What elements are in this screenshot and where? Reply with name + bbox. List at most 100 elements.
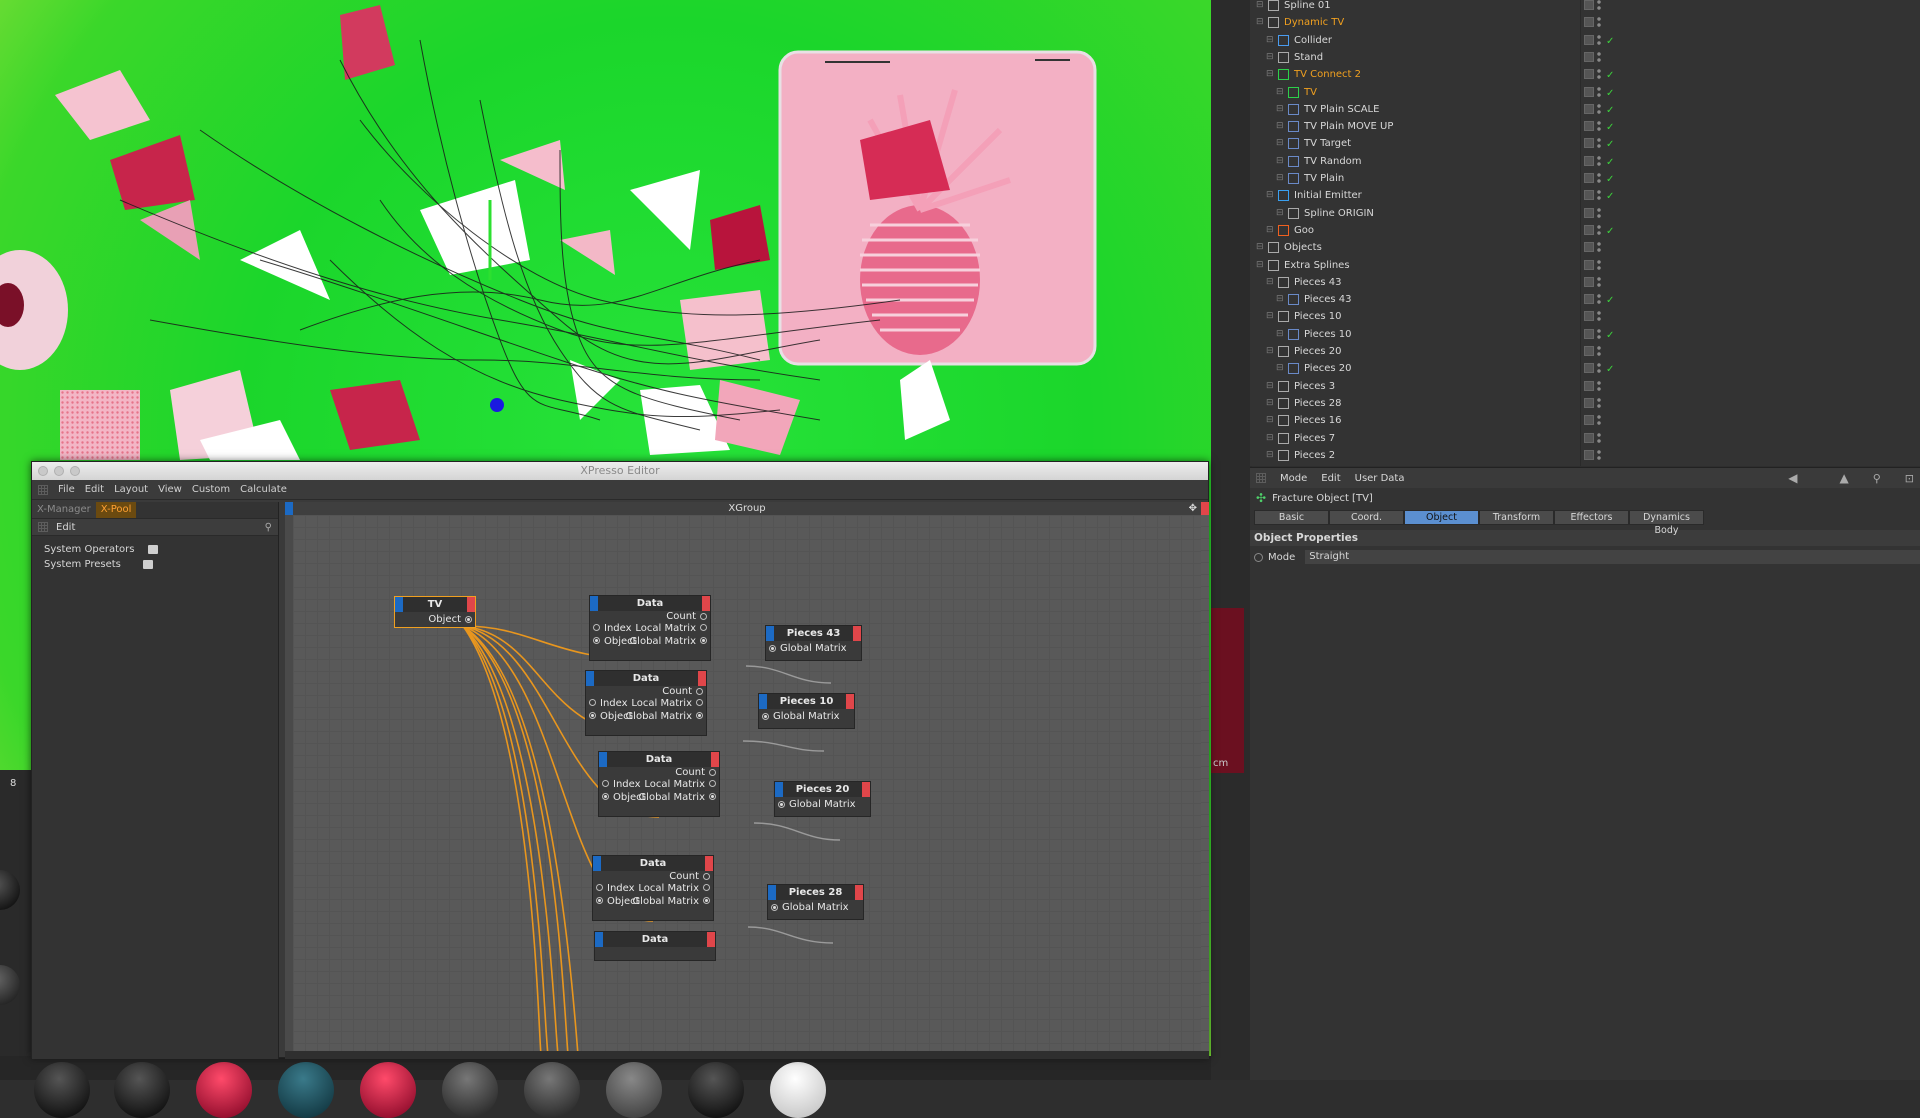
visibility-dots-icon[interactable] [1597, 362, 1601, 376]
object-name[interactable]: Spline ORIGIN [1304, 205, 1374, 222]
close-window-button[interactable] [38, 466, 48, 476]
visibility-dots-icon[interactable] [1597, 414, 1601, 428]
material-preview[interactable] [688, 1062, 744, 1118]
expand-icon[interactable]: ⊟ [1276, 205, 1284, 222]
global-matrix-input-port[interactable]: Global Matrix [775, 797, 870, 812]
enabled-check-icon[interactable]: ✓ [1606, 154, 1614, 171]
object-name[interactable]: Pieces 28 [1294, 395, 1342, 412]
expand-icon[interactable]: ⊟ [1276, 101, 1284, 118]
pool-item-system-operators[interactable]: System Operators [32, 542, 278, 557]
move-icon[interactable]: ✥ [1189, 502, 1197, 515]
object-row[interactable]: ⊟ Pieces 2 [1250, 447, 1920, 464]
object-name[interactable]: Extra Splines [1284, 257, 1350, 274]
visibility-dots-icon[interactable] [1597, 137, 1601, 151]
grip-icon[interactable] [1256, 473, 1266, 483]
port-socket[interactable] [709, 780, 716, 787]
object-row[interactable]: ⊟ Dynamic TV [1250, 14, 1920, 31]
visibility-dots-icon[interactable] [1597, 379, 1601, 393]
count-output-port[interactable]: Count [599, 767, 719, 778]
object-row[interactable]: ⊟ Pieces 10 [1250, 308, 1920, 325]
port-socket[interactable] [771, 904, 778, 911]
material-preview[interactable] [196, 1062, 252, 1118]
up-arrow-icon[interactable]: ▲ [1839, 471, 1848, 485]
port-socket[interactable] [696, 688, 703, 695]
object-name[interactable]: TV Plain [1304, 170, 1344, 187]
layer-icon[interactable] [1584, 242, 1594, 253]
input-port-strip[interactable] [285, 502, 293, 515]
expand-icon[interactable]: ⊟ [1256, 0, 1264, 14]
search-icon[interactable]: ⚲ [265, 522, 272, 533]
layer-icon[interactable] [1584, 346, 1594, 356]
object-name[interactable]: TV [1304, 84, 1317, 101]
port-socket[interactable] [589, 699, 596, 706]
port-socket[interactable] [709, 769, 716, 776]
material-preview[interactable] [114, 1062, 170, 1118]
visibility-dots-icon[interactable] [1597, 258, 1601, 272]
zoom-window-button[interactable] [70, 466, 80, 476]
visibility-dots-icon[interactable] [1597, 206, 1601, 220]
global-matrix-input-port[interactable]: Global Matrix [759, 709, 854, 724]
expand-icon[interactable]: ⊟ [1276, 153, 1284, 170]
port-socket[interactable] [596, 884, 603, 891]
layer-icon[interactable] [1584, 415, 1594, 426]
animate-toggle[interactable] [1254, 552, 1263, 562]
visibility-dots-icon[interactable] [1597, 50, 1601, 64]
visibility-dots-icon[interactable] [1597, 241, 1601, 255]
port-socket[interactable] [700, 637, 707, 644]
material-preview[interactable] [360, 1062, 416, 1118]
expand-icon[interactable]: ⊟ [1276, 135, 1284, 152]
port-socket[interactable] [593, 624, 600, 631]
data-node[interactable]: Data Count Index Local Matrix Object Globa… [592, 855, 714, 921]
data-node[interactable]: Data Count Index Local Matrix Object Globa… [589, 595, 711, 661]
grip-icon[interactable] [38, 522, 48, 532]
visibility-dots-icon[interactable] [1597, 223, 1601, 237]
tab-basic[interactable]: Basic [1254, 510, 1329, 525]
layer-icon[interactable] [1584, 294, 1594, 305]
object-name[interactable]: Collider [1294, 32, 1332, 49]
visibility-dots-icon[interactable] [1597, 16, 1601, 30]
object-name[interactable]: TV Plain SCALE [1304, 101, 1379, 118]
object-output-port[interactable]: Object [395, 612, 475, 627]
menu-layout[interactable]: Layout [114, 484, 148, 495]
tab-x-pool[interactable]: X-Pool [95, 502, 137, 518]
search-icon[interactable]: ⚲ [1873, 472, 1881, 485]
object-row[interactable]: ⊟ Goo ✓ [1250, 222, 1920, 239]
expand-icon[interactable]: ⊟ [1276, 326, 1284, 343]
material-preview[interactable] [524, 1062, 580, 1118]
object-input-port[interactable]: Object Global Matrix [586, 710, 706, 723]
expand-icon[interactable]: ⊟ [1266, 32, 1274, 49]
pieces-10-node[interactable]: Pieces 10 Global Matrix [758, 693, 855, 729]
global-matrix-input-port[interactable]: Global Matrix [768, 900, 863, 915]
mode-dropdown[interactable]: Straight [1305, 550, 1920, 564]
object-name[interactable]: Stand [1294, 49, 1323, 66]
data-node[interactable]: Data Count Index Local Matrix Object Globa… [598, 751, 720, 817]
enabled-check-icon[interactable]: ✓ [1606, 67, 1614, 84]
visibility-dots-icon[interactable] [1597, 448, 1601, 462]
expand-icon[interactable]: ⊟ [1266, 447, 1274, 464]
pool-item-system-presets[interactable]: System Presets [32, 557, 278, 572]
pieces-43-node[interactable]: Pieces 43 Global Matrix [765, 625, 862, 661]
pool-edit-menu[interactable]: Edit [56, 522, 75, 533]
layer-icon[interactable] [1584, 51, 1594, 62]
object-row[interactable]: ⊟ Objects [1250, 239, 1920, 256]
layer-icon[interactable] [1584, 363, 1594, 374]
enabled-check-icon[interactable]: ✓ [1606, 327, 1614, 344]
menu-mode[interactable]: Mode [1280, 473, 1307, 484]
layer-icon[interactable] [1584, 190, 1594, 201]
expand-icon[interactable]: ⊟ [1266, 378, 1274, 395]
count-output-port[interactable]: Count [593, 871, 713, 882]
object-name[interactable]: Spline 01 [1284, 0, 1331, 14]
object-row[interactable]: ⊟ Spline ORIGIN [1250, 205, 1920, 222]
menu-edit[interactable]: Edit [1321, 473, 1340, 484]
object-name[interactable]: Pieces 7 [1294, 430, 1335, 447]
enabled-check-icon[interactable]: ✓ [1606, 33, 1614, 50]
layer-icon[interactable] [1584, 69, 1594, 80]
object-name[interactable]: Pieces 43 [1304, 291, 1352, 308]
object-name[interactable]: Pieces 16 [1294, 412, 1342, 429]
expand-icon[interactable]: ⊟ [1266, 222, 1274, 239]
count-output-port[interactable]: Count [590, 611, 710, 622]
port-socket[interactable] [769, 645, 776, 652]
enabled-check-icon[interactable]: ✓ [1606, 85, 1614, 102]
menu-view[interactable]: View [158, 484, 182, 495]
layer-icon[interactable] [1584, 0, 1594, 10]
